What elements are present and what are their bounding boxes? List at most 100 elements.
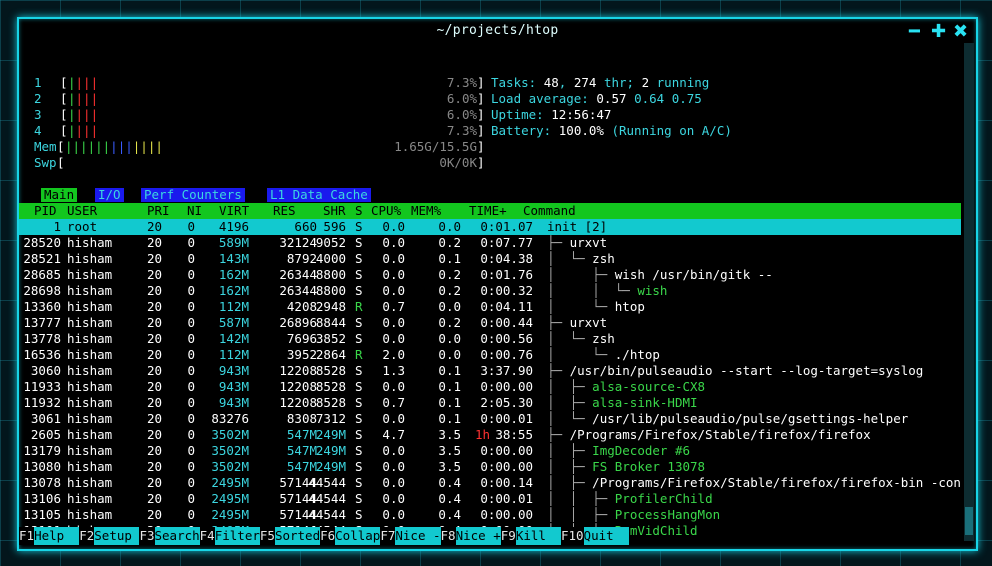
- cell-cpu: 0.7: [382, 299, 405, 314]
- table-row[interactable]: 11933 hisham 20 0 943M 12208 8528 S 0.0 0.1 0:00.0…: [19, 379, 961, 395]
- table-row[interactable]: 13777 hisham 20 0 587M 26896 8844 S 0.0 0.2 0:00.4…: [19, 315, 961, 331]
- fkey-label-f3[interactable]: Search: [154, 527, 200, 545]
- table-row[interactable]: 1 root 20 0 4196 660 596 S 0.0 0.0 0:01.07 init [2]: [19, 219, 961, 235]
- cell-pri: 20: [146, 347, 162, 362]
- fkey-label-f9[interactable]: Kill: [515, 527, 561, 545]
- table-row[interactable]: 28698 hisham 20 0 162M 26344 8800 S 0.0 0.2 0:00.3…: [19, 283, 961, 299]
- battery-label: Battery:: [491, 123, 552, 138]
- cell-res: 660: [294, 219, 317, 234]
- tasks-count: 48: [543, 75, 559, 90]
- tab-io[interactable]: I/O: [95, 188, 124, 202]
- fkey-label-f2[interactable]: Setup: [94, 527, 140, 545]
- cell-res: 7696: [286, 331, 317, 346]
- fkey-label-f5[interactable]: Sorted: [274, 527, 321, 545]
- fkey-f4[interactable]: F4: [199, 527, 215, 545]
- cell-res: 26344: [279, 283, 317, 298]
- col-virt[interactable]: VIRT: [219, 203, 249, 219]
- fkey-label-f10[interactable]: Quit: [583, 527, 629, 545]
- fkey-label-f8[interactable]: Nice +: [455, 527, 501, 545]
- fkey-label-f7[interactable]: Nice -: [395, 527, 441, 545]
- cell-shr: 8800: [315, 267, 346, 282]
- cell-res: 4208: [286, 299, 317, 314]
- tab-l1-data-cache[interactable]: L1 Data Cache: [267, 188, 371, 202]
- scrollbar[interactable]: [964, 43, 974, 541]
- meter-bracket-open: [: [60, 91, 68, 106]
- col-shr[interactable]: SHR: [323, 203, 346, 219]
- table-row[interactable]: 13106 hisham 20 0 2495M 57144 44544 S 0.0 0.4 0:00…: [19, 491, 961, 507]
- table-row[interactable]: 13360 hisham 20 0 112M 4208 2948 R 0.7 0.0 0:04.11…: [19, 299, 961, 315]
- cell-mem: 3.5: [438, 427, 461, 442]
- meter-bar: |||: [110, 139, 133, 154]
- col-mem[interactable]: MEM%: [411, 203, 441, 219]
- tab-perf-counters[interactable]: Perf Counters: [141, 188, 245, 202]
- fkey-f3[interactable]: F3: [139, 527, 155, 545]
- cell-virt: 943M: [218, 379, 249, 394]
- col-ni[interactable]: NI: [187, 203, 202, 219]
- cell-time: 0:00.32: [480, 283, 533, 298]
- cell-virt: 112M: [218, 347, 249, 362]
- minimize-icon[interactable]: ━: [909, 21, 920, 42]
- col-res[interactable]: RES: [273, 203, 296, 219]
- fkey-f9[interactable]: F9: [500, 527, 516, 545]
- cell-command: urxvt: [569, 315, 608, 330]
- cell-virt: 3502M: [211, 459, 249, 474]
- table-row[interactable]: 13179 hisham 20 0 3502M 547M 249M S 0.0 3.5 0:00.0…: [19, 443, 961, 459]
- table-row[interactable]: 16536 hisham 20 0 112M 3952 2864 R 2.0 0.0 0:00.76…: [19, 347, 961, 363]
- col-command[interactable]: Command: [523, 203, 576, 219]
- table-row[interactable]: 28521 hisham 20 0 143M 8792 4000 S 0.0 0.1 0:04.38…: [19, 251, 961, 267]
- cell-virt: 3502M: [211, 443, 249, 458]
- table-row[interactable]: 3060 hisham 20 0 943M 12208 8528 S 1.3 0.1 3:37.90…: [19, 363, 961, 379]
- fkey-f6[interactable]: F6: [320, 527, 336, 545]
- fkey-f7[interactable]: F7: [380, 527, 396, 545]
- cell-state: S: [355, 267, 363, 282]
- table-row[interactable]: 13778 hisham 20 0 142M 7696 3852 S 0.0 0.0 0:00.56…: [19, 331, 961, 347]
- cell-res: 3952: [286, 347, 317, 362]
- table-row[interactable]: 3061 hisham 20 0 83276 8308 7312 S 0.0 0.1 0:00.01…: [19, 411, 961, 427]
- col-pid[interactable]: PID: [34, 203, 57, 219]
- cell-user: root: [67, 219, 98, 234]
- fkey-f2[interactable]: F2: [79, 527, 95, 545]
- fkey-f8[interactable]: F8: [440, 527, 456, 545]
- terminal-window[interactable]: ~/projects/htop ━ ✚ ✖ 1[| ||| 7.3%] Tasks: 4…: [17, 17, 978, 551]
- table-row[interactable]: 11932 hisham 20 0 943M 12208 8528 S 0.7 0.1 2:05.3…: [19, 395, 961, 411]
- fkey-label-f4[interactable]: Filter: [214, 527, 260, 545]
- col-pri[interactable]: PRI: [147, 203, 170, 219]
- table-row[interactable]: 13080 hisham 20 0 3502M 547M 249M S 0.0 3.5 0:00.0…: [19, 459, 961, 475]
- cell-pid: 13778: [23, 331, 61, 346]
- col-cpu[interactable]: CPU%: [371, 203, 401, 219]
- cell-ni: 0: [187, 219, 195, 234]
- cell-state: S: [355, 235, 363, 250]
- maximize-icon[interactable]: ✚: [931, 21, 946, 42]
- close-icon[interactable]: ✖: [953, 21, 968, 42]
- table-row[interactable]: 28685 hisham 20 0 162M 26344 8800 S 0.0 0.2 0:01.7…: [19, 267, 961, 283]
- table-row[interactable]: 13105 hisham 20 0 2495M 57144 44544 S 0.0 0.4 0:00…: [19, 507, 961, 523]
- cell-ni: 0: [187, 427, 195, 442]
- scrollbar-thumb[interactable]: [965, 507, 973, 535]
- table-row[interactable]: 13078 hisham 20 0 2495M 57144 44544 S 0.0 0.4 0:00…: [19, 475, 961, 491]
- cell-pid: 1: [53, 219, 61, 234]
- fkey-f1[interactable]: F1: [19, 527, 35, 545]
- cell-user: hisham: [67, 315, 113, 330]
- fkey-label-f6[interactable]: Collap: [335, 527, 381, 545]
- col-time[interactable]: TIME+: [469, 203, 507, 219]
- tab-main[interactable]: Main: [41, 188, 78, 202]
- table-row[interactable]: 28520 hisham 20 0 589M 32124 9052 S 0.0 0.2 0:07.7…: [19, 235, 961, 251]
- cell-pid: 28685: [23, 267, 61, 282]
- fkey-f5[interactable]: F5: [259, 527, 275, 545]
- cell-ni: 0: [187, 363, 195, 378]
- cell-state: S: [355, 459, 363, 474]
- table-row[interactable]: 2605 hisham 20 0 3502M 547M 249M S 4.7 3.5 38:55 1h…: [19, 427, 961, 443]
- cell-state: S: [355, 379, 363, 394]
- cell-res: 12208: [279, 395, 317, 410]
- title-bar[interactable]: ~/projects/htop ━ ✚ ✖: [19, 19, 976, 45]
- fkey-f10[interactable]: F10: [560, 527, 584, 545]
- cell-cpu: 0.0: [382, 491, 405, 506]
- col-user[interactable]: USER: [67, 203, 97, 219]
- cell-shr: 8800: [315, 283, 346, 298]
- fkey-label-f1[interactable]: Help: [34, 527, 80, 545]
- cell-shr: 8528: [315, 379, 346, 394]
- col-state[interactable]: S: [355, 203, 363, 219]
- cell-pid: 13080: [23, 459, 61, 474]
- meter-row: Mem[|||||| ||| |||| 1.65G/15.5G]: [19, 139, 961, 155]
- cell-cpu: 1.3: [382, 363, 405, 378]
